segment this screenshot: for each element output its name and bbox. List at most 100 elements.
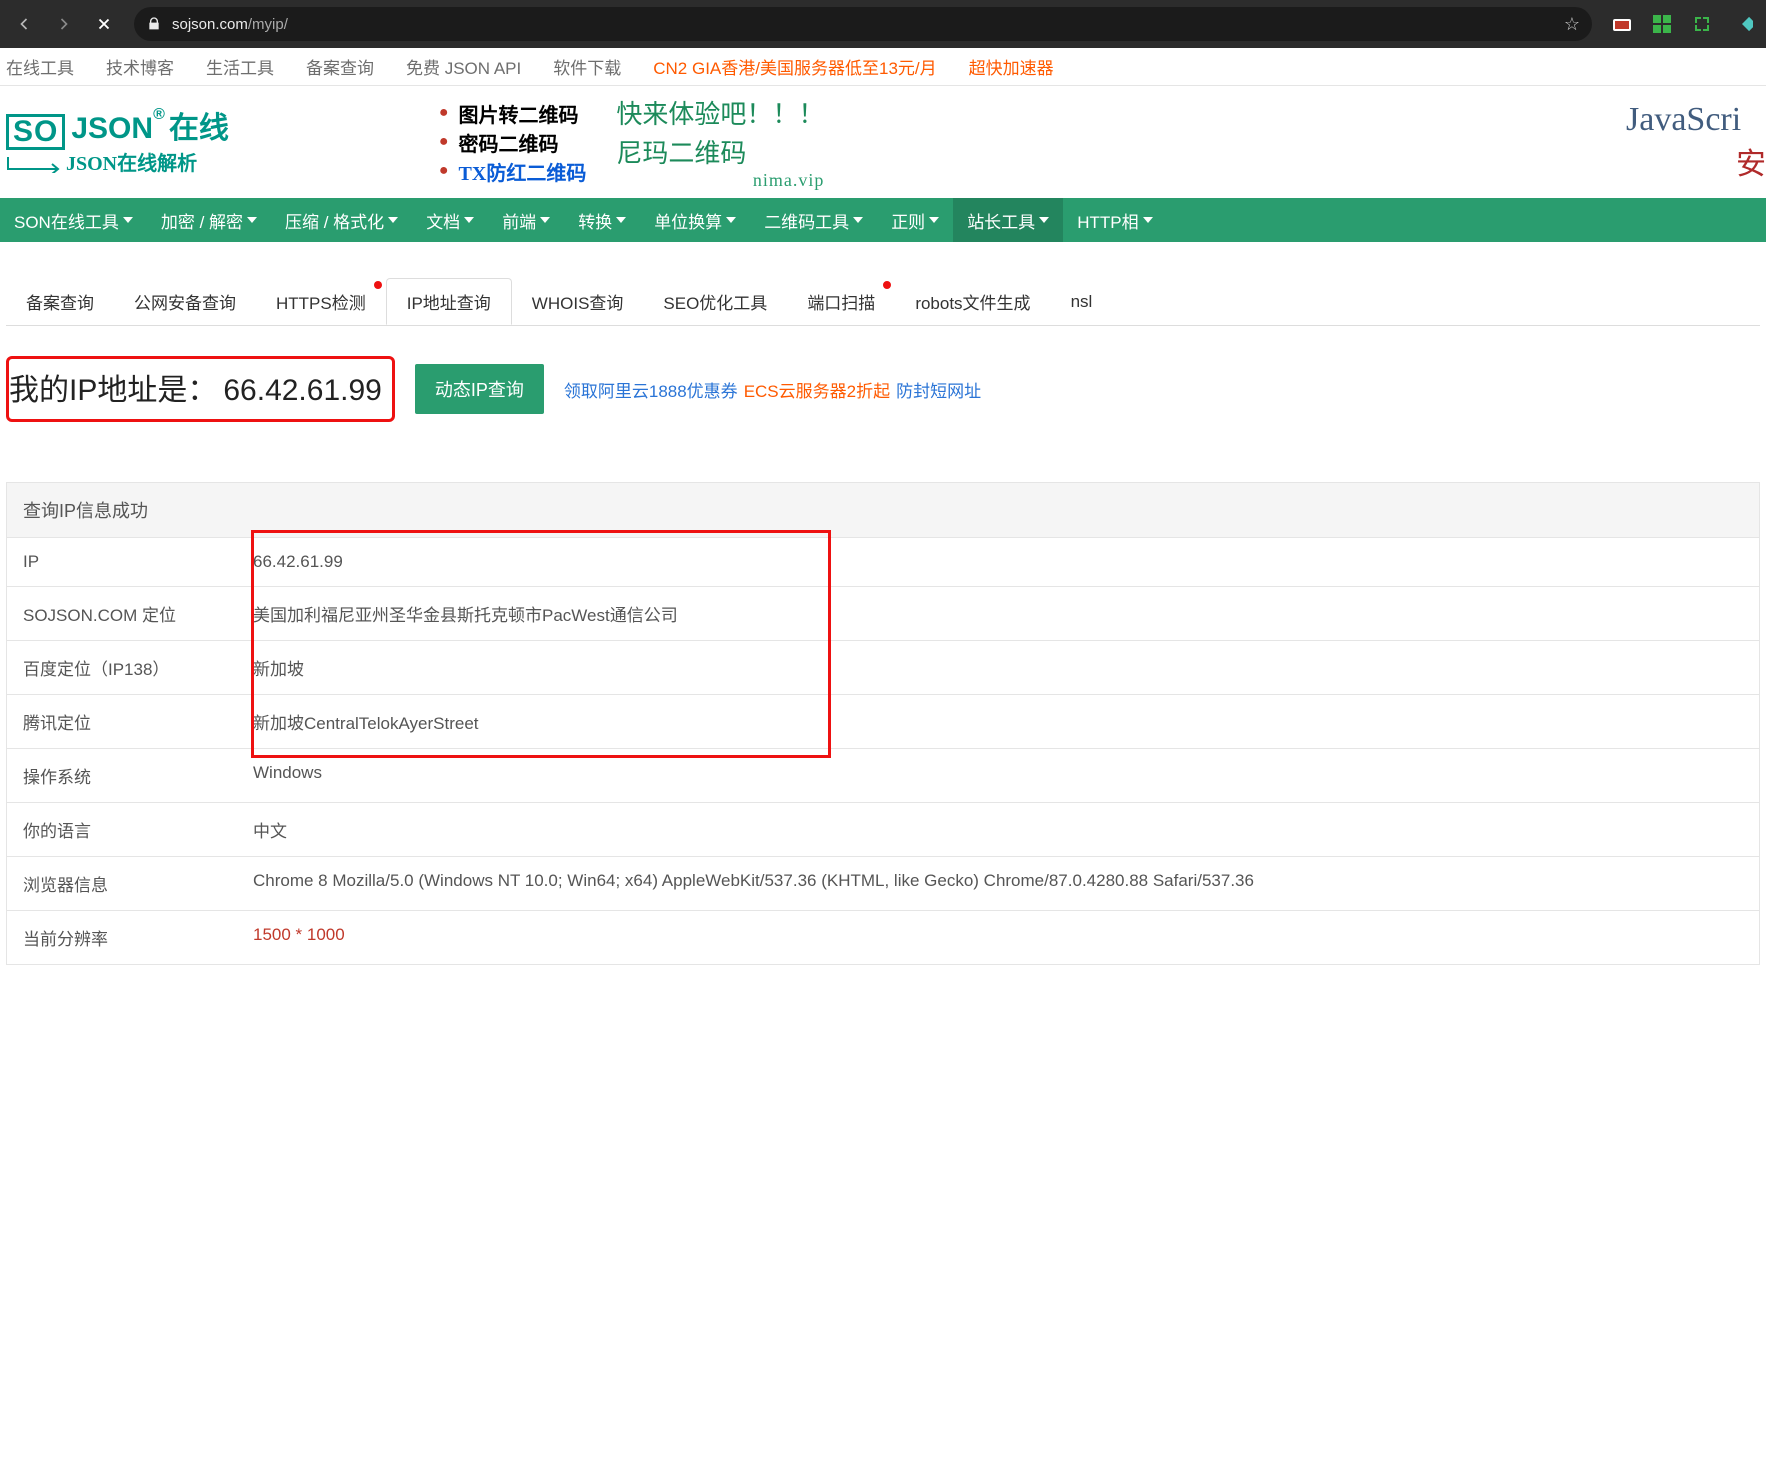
promo-link[interactable]: ECS云服务器2折起 [744,377,890,402]
top-link[interactable]: 生活工具 [206,54,274,79]
nav-item[interactable]: 压缩 / 格式化 [271,198,412,242]
result-value: 新加坡CentralTelokAyerStreet [253,709,1743,734]
side-banner[interactable]: JavaScri 安 [1626,101,1766,183]
chevron-down-icon [929,217,939,223]
result-row: 百度定位（IP138）新加坡 [7,641,1759,695]
ip-header-row: 我的IP地址是： 66.42.61.99 动态IP查询 领取阿里云1888优惠券… [6,356,1760,422]
result-value: 66.42.61.99 [253,552,1743,572]
chevron-down-icon [726,217,736,223]
top-link[interactable]: 软件下载 [553,54,621,79]
result-label: 百度定位（IP138） [23,655,253,680]
extension-icon-3[interactable] [1690,12,1714,36]
result-body: IP66.42.61.99 SOJSON.COM 定位美国加利福尼亚州圣华金县斯托… [7,538,1759,964]
sub-tab[interactable]: 备案查询 [6,279,114,324]
top-promo-link[interactable]: 超快加速器 [969,54,1054,79]
browser-chrome: sojson.com/myip/ ☆ [0,0,1766,48]
result-row: 操作系统Windows [7,749,1759,803]
bullet-icon: ● [439,104,449,122]
side-banner-line: 安 [1626,139,1766,183]
result-label: 操作系统 [23,763,253,788]
result-value: 中文 [253,817,1743,842]
lock-icon [146,16,162,32]
result-row: 当前分辨率1500 * 1000 [7,911,1759,964]
main-nav: SON在线工具加密 / 解密压缩 / 格式化文档前端转换单位换算二维码工具正则站… [0,198,1766,242]
nav-item[interactable]: 二维码工具 [750,198,877,242]
back-button[interactable] [6,6,42,42]
promo-link[interactable]: 防封短网址 [896,377,981,402]
dynamic-ip-button[interactable]: 动态IP查询 [415,364,544,414]
handwriting-promo[interactable]: 快来体验吧！！！ 尼玛二维码 nima.vip [616,94,824,191]
chevron-down-icon [1143,217,1153,223]
sub-tab[interactable]: WHOIS查询 [512,279,644,324]
nav-item[interactable]: 转换 [564,198,640,242]
result-label: 浏览器信息 [23,871,253,896]
sub-tabs: 备案查询公网安备查询HTTPS检测IP地址查询WHOIS查询SEO优化工具端口扫… [0,278,1766,325]
top-promo-link[interactable]: CN2 GIA香港/美国服务器低至13元/月 [653,54,936,79]
divider [6,325,1760,326]
result-value: 新加坡 [253,655,1743,680]
sub-tab[interactable]: IP地址查询 [386,278,512,325]
top-link[interactable]: 备案查询 [306,54,374,79]
result-label: 当前分辨率 [23,925,253,950]
promo-item[interactable]: 密码二维码 [459,128,559,157]
nav-item[interactable]: 站长工具 [953,198,1063,242]
extension-icon-2[interactable] [1650,12,1674,36]
result-label: SOJSON.COM 定位 [23,601,253,626]
result-row: 浏览器信息Chrome 8 Mozilla/5.0 (Windows NT 10… [7,857,1759,911]
nav-item[interactable]: SON在线工具 [0,198,147,242]
sub-tab[interactable]: HTTPS检测 [256,279,386,324]
my-ip-value: 66.42.61.99 [223,374,381,408]
hand-line: 尼玛二维码 [616,133,824,170]
address-bar[interactable]: sojson.com/myip/ ☆ [134,7,1592,41]
chevron-down-icon [1039,217,1049,223]
result-row: 你的语言中文 [7,803,1759,857]
nav-item[interactable]: 正则 [877,198,953,242]
logo-cn: 在线 [169,114,229,144]
promo-item[interactable]: TX防红二维码 [459,157,587,186]
sub-tab[interactable]: SEO优化工具 [643,279,787,324]
nav-item[interactable]: 单位换算 [640,198,750,242]
chevron-down-icon [616,217,626,223]
stop-button[interactable] [86,6,122,42]
my-ip-box: 我的IP地址是： 66.42.61.99 [6,356,395,422]
sub-tab[interactable]: robots文件生成 [895,279,1050,324]
result-value: Windows [253,763,1743,788]
url-text: sojson.com/myip/ [172,16,288,33]
result-row: SOJSON.COM 定位美国加利福尼亚州圣华金县斯托克顿市PacWest通信公… [7,587,1759,641]
nav-item[interactable]: 文档 [412,198,488,242]
result-value: 美国加利福尼亚州圣华金县斯托克顿市PacWest通信公司 [253,601,1743,626]
sub-tab[interactable]: nsl [1051,282,1113,322]
top-link[interactable]: 免费 JSON API [406,54,521,79]
result-panel: 查询IP信息成功 IP66.42.61.99SOJSON.COM 定位美国加利福… [6,482,1760,965]
top-link[interactable]: 技术博客 [106,54,174,79]
nav-item[interactable]: 加密 / 解密 [147,198,271,242]
chevron-down-icon [540,217,550,223]
result-label: IP [23,552,253,572]
nav-item[interactable]: HTTP相 [1063,198,1166,242]
result-value: 1500 * 1000 [253,925,1743,950]
promo-item[interactable]: 图片转二维码 [459,99,579,128]
header-banner: SO JSON® 在线 JSON在线解析 ● 图片转二维码 ● 密码二维码 ● TX防… [0,86,1766,198]
extension-icon-4[interactable] [1730,12,1754,36]
result-value: Chrome 8 Mozilla/5.0 (Windows NT 10.0; W… [253,871,1743,896]
forward-button[interactable] [46,6,82,42]
sub-tab[interactable]: 公网安备查询 [114,279,256,324]
arrow-icon [6,155,66,173]
chevron-down-icon [464,217,474,223]
chevron-down-icon [388,217,398,223]
site-logo[interactable]: SO JSON® 在线 JSON在线解析 [0,110,239,174]
promo-link[interactable]: 领取阿里云1888优惠券 [564,377,738,402]
ip-promo-links: 领取阿里云1888优惠券ECS云服务器2折起防封短网址 [564,377,981,402]
result-label: 你的语言 [23,817,253,842]
bookmark-star-icon[interactable]: ☆ [1564,14,1580,35]
extension-icon-1[interactable] [1610,12,1634,36]
bullet-icon: ● [439,133,449,151]
chevron-down-icon [853,217,863,223]
notification-dot-icon [883,281,891,289]
nav-item[interactable]: 前端 [488,198,564,242]
sub-tab[interactable]: 端口扫描 [787,279,895,324]
top-link[interactable]: 在线工具 [6,54,74,79]
bullet-icon: ● [439,162,449,180]
side-banner-line: JavaScri [1626,101,1766,139]
logo-box: SO [6,114,65,150]
